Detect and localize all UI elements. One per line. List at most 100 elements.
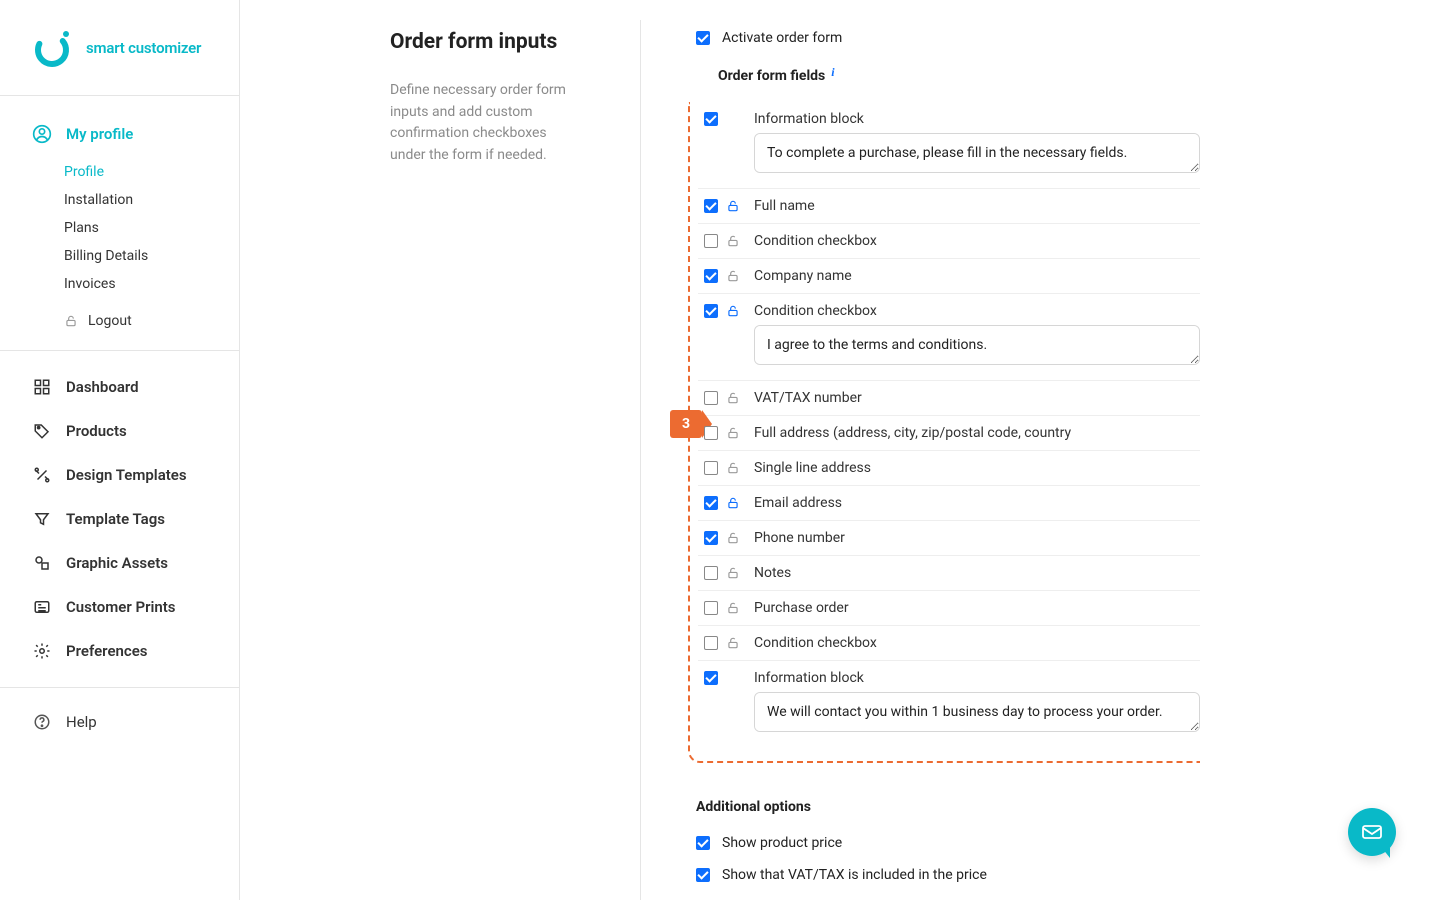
user-icon [32,124,52,144]
additional-header: Additional options [696,799,1200,815]
field-text-input[interactable] [754,325,1200,365]
sidebar-sub-plans[interactable]: Plans [64,214,239,242]
option-row: Show that VAT/TAX is included in the pri… [696,867,1200,883]
field-enable-checkbox[interactable] [704,269,718,283]
lock-icon[interactable] [726,391,754,405]
field-label: Condition checkbox [754,233,1200,249]
shapes-icon [32,553,52,573]
field-row: Information block [698,661,1200,747]
sidebar-item-help[interactable]: Help [0,702,239,742]
step-badge: 3 [670,410,702,438]
brand-logo-icon [32,28,72,68]
field-enable-checkbox[interactable] [704,566,718,580]
prints-icon [32,597,52,617]
field-enable-checkbox[interactable] [704,112,718,126]
field-text-input[interactable] [754,692,1200,732]
lock-icon[interactable] [726,234,754,248]
field-label: Condition checkbox [754,635,1200,651]
sidebar-help-section: Help [0,687,239,756]
lock-icon[interactable] [726,199,754,213]
field-enable-checkbox[interactable] [704,601,718,615]
chat-button[interactable] [1348,808,1396,856]
activate-label: Activate order form [722,30,842,46]
option-label: Show product price [722,835,842,851]
sidebar-sub-invoices[interactable]: Invoices [64,270,239,298]
lock-icon[interactable] [726,636,754,650]
field-enable-checkbox[interactable] [704,234,718,248]
content: Order form inputs Define necessary order… [240,0,1440,900]
lock-icon[interactable] [726,461,754,475]
lock-icon[interactable] [726,304,754,318]
sidebar-item-label: Dashboard [66,378,139,396]
field-row: Condition checkbox [698,626,1200,661]
field-enable-checkbox[interactable] [704,496,718,510]
field-row: Condition checkbox [698,294,1200,381]
sidebar-item-preferences[interactable]: Preferences [0,629,239,673]
sidebar-item-label: Help [66,713,97,731]
option-checkbox[interactable] [696,868,710,882]
field-row: Notes [698,556,1200,591]
field-label: Company name [754,268,1200,284]
field-row: Information block [698,102,1200,189]
main: Order form inputs Define necessary order… [240,0,1440,900]
info-icon[interactable]: i [831,65,834,80]
field-label: Phone number [754,530,1200,546]
field-row: Condition checkbox [698,224,1200,259]
filter-icon [32,509,52,529]
field-label: Email address [754,495,1200,511]
field-enable-checkbox[interactable] [704,636,718,650]
fields-box: 3 Information blockFull nameCondition ch… [688,102,1200,763]
lock-icon[interactable] [726,426,754,440]
help-icon [32,712,52,732]
sidebar-sub-installation[interactable]: Installation [64,186,239,214]
field-enable-checkbox[interactable] [704,461,718,475]
field-enable-checkbox[interactable] [704,304,718,318]
field-enable-checkbox[interactable] [704,426,718,440]
field-label: Information block [754,670,1200,686]
activate-row: Activate order form [696,30,1200,46]
field-enable-checkbox[interactable] [704,671,718,685]
sidebar-item-customer-prints[interactable]: Customer Prints [0,585,239,629]
sidebar-item-products[interactable]: Products [0,409,239,453]
sidebar-sub-billing[interactable]: Billing Details [64,242,239,270]
field-label: Full address (address, city, zip/postal … [754,425,1200,441]
field-label: Information block [754,111,1200,127]
field-text-input[interactable] [754,133,1200,173]
sidebar-profile-group: My profile Profile Installation Plans Bi… [0,96,239,351]
brand: smart customizer [0,0,239,96]
page-title: Order form inputs [390,30,584,54]
lock-icon[interactable] [726,496,754,510]
option-checkbox[interactable] [696,836,710,850]
field-row: Phone number [698,521,1200,556]
sidebar-sub-profile[interactable]: Profile [64,158,239,186]
tag-icon [32,421,52,441]
gear-icon [32,641,52,661]
lock-icon[interactable] [726,601,754,615]
option-label: Show that VAT/TAX is included in the pri… [722,867,987,883]
form-section: Activate order form Order form fields i … [640,30,1200,900]
sidebar-item-graphic-assets[interactable]: Graphic Assets [0,541,239,585]
intro-section: Order form inputs Define necessary order… [390,30,640,900]
sidebar-item-design-templates[interactable]: Design Templates [0,453,239,497]
vertical-divider [640,20,641,900]
sidebar-item-my-profile[interactable]: My profile [0,114,239,154]
field-enable-checkbox[interactable] [704,199,718,213]
sidebar-logout[interactable]: Logout [0,304,239,338]
field-label: Condition checkbox [754,303,1200,319]
brand-name: smart customizer [86,39,201,57]
field-enable-checkbox[interactable] [704,531,718,545]
sidebar-main-nav: Dashboard Products Design Templates Temp… [0,351,239,687]
sidebar-item-label: Customer Prints [66,598,176,616]
field-label: VAT/TAX number [754,390,1200,406]
activate-checkbox[interactable] [696,31,710,45]
lock-icon[interactable] [726,531,754,545]
sidebar-item-template-tags[interactable]: Template Tags [0,497,239,541]
sidebar-item-dashboard[interactable]: Dashboard [0,365,239,409]
lock-icon[interactable] [726,269,754,283]
sidebar-item-label: Preferences [66,642,148,660]
lock-icon[interactable] [726,566,754,580]
field-row: Purchase order [698,591,1200,626]
field-row: VAT/TAX number [698,381,1200,416]
sidebar-profile-subnav: Profile Installation Plans Billing Detai… [0,154,239,304]
field-enable-checkbox[interactable] [704,391,718,405]
